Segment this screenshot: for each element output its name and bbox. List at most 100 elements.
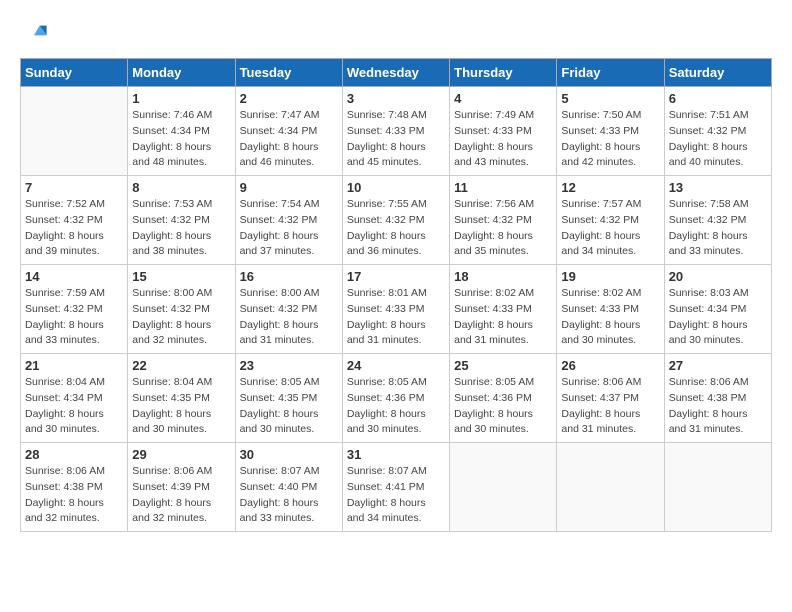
day-info: Sunrise: 8:06 AM Sunset: 4:38 PM Dayligh…: [25, 464, 123, 527]
sunrise-text: Sunrise: 8:02 AM: [454, 287, 534, 299]
day-number: 21: [25, 358, 123, 373]
day-number: 19: [561, 269, 659, 284]
calendar-day-cell: 21 Sunrise: 8:04 AM Sunset: 4:34 PM Dayl…: [21, 354, 128, 443]
day-info: Sunrise: 8:04 AM Sunset: 4:34 PM Dayligh…: [25, 375, 123, 438]
calendar-day-cell: 5 Sunrise: 7:50 AM Sunset: 4:33 PM Dayli…: [557, 87, 664, 176]
day-info: Sunrise: 8:05 AM Sunset: 4:35 PM Dayligh…: [240, 375, 338, 438]
day-info: Sunrise: 8:04 AM Sunset: 4:35 PM Dayligh…: [132, 375, 230, 438]
day-info: Sunrise: 8:06 AM Sunset: 4:38 PM Dayligh…: [669, 375, 767, 438]
calendar-day-cell: 24 Sunrise: 8:05 AM Sunset: 4:36 PM Dayl…: [342, 354, 449, 443]
sunset-text: Sunset: 4:33 PM: [561, 125, 639, 137]
sunset-text: Sunset: 4:34 PM: [240, 125, 318, 137]
daylight-text: Daylight: 8 hours and 30 minutes.: [25, 408, 104, 436]
daylight-text: Daylight: 8 hours and 30 minutes.: [454, 408, 533, 436]
day-number: 29: [132, 447, 230, 462]
sunset-text: Sunset: 4:35 PM: [132, 392, 210, 404]
calendar-day-cell: 8 Sunrise: 7:53 AM Sunset: 4:32 PM Dayli…: [128, 176, 235, 265]
day-info: Sunrise: 7:56 AM Sunset: 4:32 PM Dayligh…: [454, 197, 552, 260]
calendar-day-cell: 27 Sunrise: 8:06 AM Sunset: 4:38 PM Dayl…: [664, 354, 771, 443]
calendar-week-row: 21 Sunrise: 8:04 AM Sunset: 4:34 PM Dayl…: [21, 354, 772, 443]
sunset-text: Sunset: 4:36 PM: [347, 392, 425, 404]
calendar-header-row: SundayMondayTuesdayWednesdayThursdayFrid…: [21, 59, 772, 87]
day-info: Sunrise: 7:49 AM Sunset: 4:33 PM Dayligh…: [454, 108, 552, 171]
day-info: Sunrise: 7:47 AM Sunset: 4:34 PM Dayligh…: [240, 108, 338, 171]
day-info: Sunrise: 8:07 AM Sunset: 4:40 PM Dayligh…: [240, 464, 338, 527]
sunrise-text: Sunrise: 8:04 AM: [25, 376, 105, 388]
sunrise-text: Sunrise: 7:50 AM: [561, 109, 641, 121]
sunset-text: Sunset: 4:32 PM: [25, 214, 103, 226]
sunrise-text: Sunrise: 8:05 AM: [347, 376, 427, 388]
calendar-day-cell: 28 Sunrise: 8:06 AM Sunset: 4:38 PM Dayl…: [21, 443, 128, 532]
day-number: 30: [240, 447, 338, 462]
daylight-text: Daylight: 8 hours and 40 minutes.: [669, 141, 748, 169]
sunset-text: Sunset: 4:32 PM: [669, 125, 747, 137]
day-number: 16: [240, 269, 338, 284]
sunset-text: Sunset: 4:37 PM: [561, 392, 639, 404]
day-info: Sunrise: 7:48 AM Sunset: 4:33 PM Dayligh…: [347, 108, 445, 171]
daylight-text: Daylight: 8 hours and 31 minutes.: [240, 319, 319, 347]
calendar-week-row: 28 Sunrise: 8:06 AM Sunset: 4:38 PM Dayl…: [21, 443, 772, 532]
sunset-text: Sunset: 4:40 PM: [240, 481, 318, 493]
sunrise-text: Sunrise: 7:54 AM: [240, 198, 320, 210]
daylight-text: Daylight: 8 hours and 31 minutes.: [669, 408, 748, 436]
sunset-text: Sunset: 4:33 PM: [347, 125, 425, 137]
calendar-day-cell: 25 Sunrise: 8:05 AM Sunset: 4:36 PM Dayl…: [450, 354, 557, 443]
calendar-day-cell: 19 Sunrise: 8:02 AM Sunset: 4:33 PM Dayl…: [557, 265, 664, 354]
calendar-day-cell: 3 Sunrise: 7:48 AM Sunset: 4:33 PM Dayli…: [342, 87, 449, 176]
daylight-text: Daylight: 8 hours and 34 minutes.: [347, 497, 426, 525]
sunrise-text: Sunrise: 7:56 AM: [454, 198, 534, 210]
sunset-text: Sunset: 4:33 PM: [347, 303, 425, 315]
sunset-text: Sunset: 4:32 PM: [240, 214, 318, 226]
page-header: [20, 20, 772, 48]
sunset-text: Sunset: 4:36 PM: [454, 392, 532, 404]
daylight-text: Daylight: 8 hours and 34 minutes.: [561, 230, 640, 258]
sunset-text: Sunset: 4:34 PM: [669, 303, 747, 315]
day-info: Sunrise: 8:00 AM Sunset: 4:32 PM Dayligh…: [132, 286, 230, 349]
calendar-day-cell: 18 Sunrise: 8:02 AM Sunset: 4:33 PM Dayl…: [450, 265, 557, 354]
sunset-text: Sunset: 4:32 PM: [561, 214, 639, 226]
sunset-text: Sunset: 4:32 PM: [132, 303, 210, 315]
sunrise-text: Sunrise: 8:01 AM: [347, 287, 427, 299]
day-info: Sunrise: 7:55 AM Sunset: 4:32 PM Dayligh…: [347, 197, 445, 260]
calendar-day-cell: 15 Sunrise: 8:00 AM Sunset: 4:32 PM Dayl…: [128, 265, 235, 354]
sunrise-text: Sunrise: 8:04 AM: [132, 376, 212, 388]
sunset-text: Sunset: 4:32 PM: [132, 214, 210, 226]
day-number: 9: [240, 180, 338, 195]
daylight-text: Daylight: 8 hours and 39 minutes.: [25, 230, 104, 258]
day-number: 26: [561, 358, 659, 373]
calendar-day-cell: 29 Sunrise: 8:06 AM Sunset: 4:39 PM Dayl…: [128, 443, 235, 532]
sunrise-text: Sunrise: 7:49 AM: [454, 109, 534, 121]
sunrise-text: Sunrise: 7:59 AM: [25, 287, 105, 299]
daylight-text: Daylight: 8 hours and 32 minutes.: [25, 497, 104, 525]
calendar-day-cell: 1 Sunrise: 7:46 AM Sunset: 4:34 PM Dayli…: [128, 87, 235, 176]
day-number: 4: [454, 91, 552, 106]
day-info: Sunrise: 7:54 AM Sunset: 4:32 PM Dayligh…: [240, 197, 338, 260]
sunrise-text: Sunrise: 7:51 AM: [669, 109, 749, 121]
day-number: 11: [454, 180, 552, 195]
calendar-day-cell: 6 Sunrise: 7:51 AM Sunset: 4:32 PM Dayli…: [664, 87, 771, 176]
sunrise-text: Sunrise: 7:46 AM: [132, 109, 212, 121]
day-info: Sunrise: 8:05 AM Sunset: 4:36 PM Dayligh…: [454, 375, 552, 438]
sunset-text: Sunset: 4:34 PM: [25, 392, 103, 404]
day-info: Sunrise: 8:01 AM Sunset: 4:33 PM Dayligh…: [347, 286, 445, 349]
sunset-text: Sunset: 4:32 PM: [347, 214, 425, 226]
day-number: 3: [347, 91, 445, 106]
day-number: 17: [347, 269, 445, 284]
calendar-day-cell: 13 Sunrise: 7:58 AM Sunset: 4:32 PM Dayl…: [664, 176, 771, 265]
day-info: Sunrise: 7:52 AM Sunset: 4:32 PM Dayligh…: [25, 197, 123, 260]
day-number: 23: [240, 358, 338, 373]
sunset-text: Sunset: 4:34 PM: [132, 125, 210, 137]
day-info: Sunrise: 8:02 AM Sunset: 4:33 PM Dayligh…: [561, 286, 659, 349]
day-number: 14: [25, 269, 123, 284]
calendar-day-cell: 7 Sunrise: 7:52 AM Sunset: 4:32 PM Dayli…: [21, 176, 128, 265]
daylight-text: Daylight: 8 hours and 33 minutes.: [25, 319, 104, 347]
sunset-text: Sunset: 4:32 PM: [25, 303, 103, 315]
daylight-text: Daylight: 8 hours and 30 minutes.: [347, 408, 426, 436]
daylight-text: Daylight: 8 hours and 37 minutes.: [240, 230, 319, 258]
daylight-text: Daylight: 8 hours and 30 minutes.: [132, 408, 211, 436]
calendar-day-cell: [557, 443, 664, 532]
day-number: 20: [669, 269, 767, 284]
day-info: Sunrise: 8:05 AM Sunset: 4:36 PM Dayligh…: [347, 375, 445, 438]
sunrise-text: Sunrise: 8:00 AM: [132, 287, 212, 299]
sunrise-text: Sunrise: 8:06 AM: [669, 376, 749, 388]
